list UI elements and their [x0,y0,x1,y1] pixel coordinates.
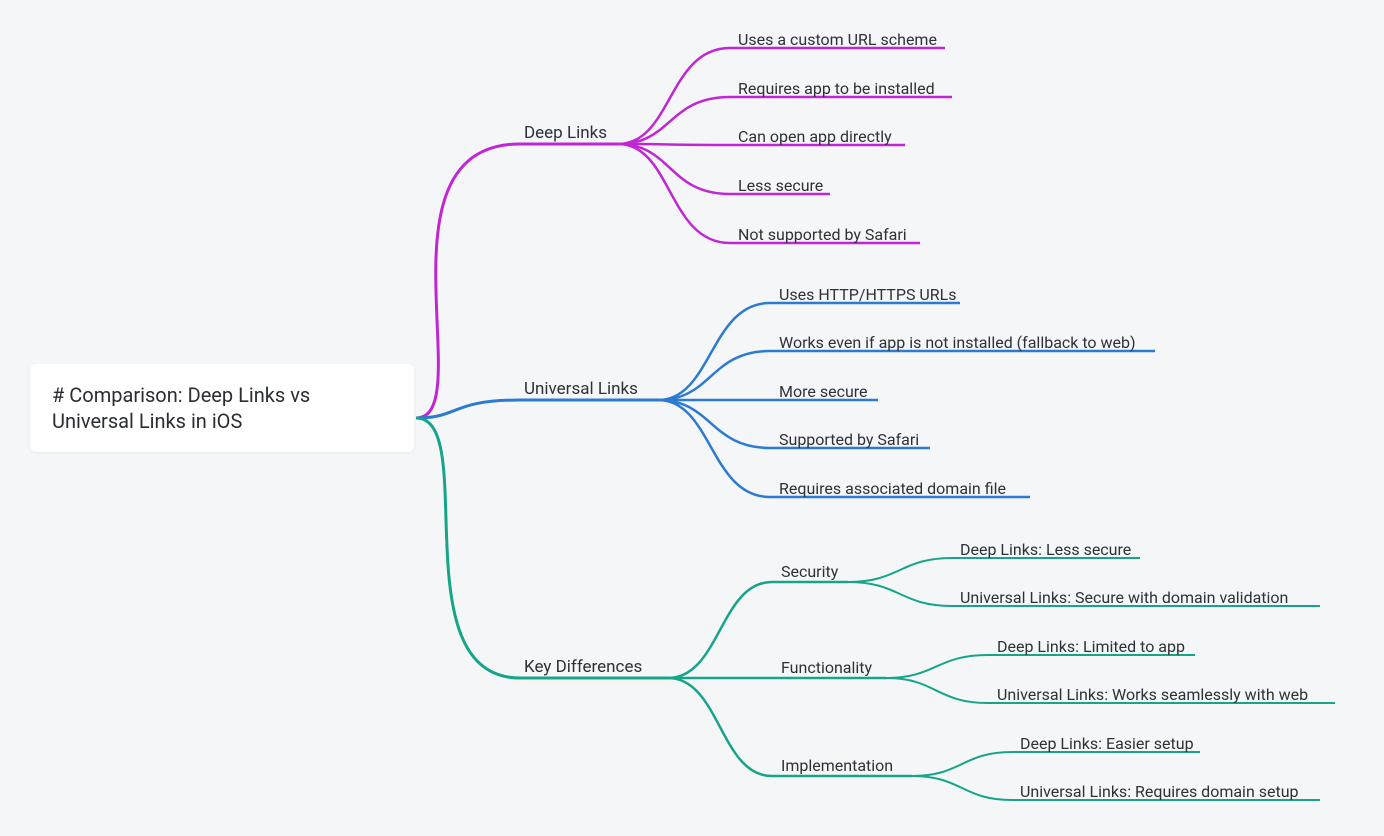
implementation-item-1[interactable]: Deep Links: Easier setup [1020,734,1194,755]
universal-links-item-2[interactable]: Works even if app is not installed (fall… [779,333,1136,354]
keydiff-security[interactable]: Security [781,562,838,583]
security-item-2[interactable]: Universal Links: Secure with domain vali… [960,588,1288,609]
security-item-1[interactable]: Deep Links: Less secure [960,540,1131,561]
implementation-item-2[interactable]: Universal Links: Requires domain setup [1020,782,1299,803]
branch-key-differences[interactable]: Key Differences [524,656,642,678]
universal-links-item-5[interactable]: Requires associated domain file [779,479,1006,500]
sub-label: Functionality [781,658,872,677]
functionality-item-2[interactable]: Universal Links: Works seamlessly with w… [997,685,1308,706]
keydiff-implementation[interactable]: Implementation [781,756,893,777]
sub-label: Implementation [781,756,893,775]
universal-links-item-4[interactable]: Supported by Safari [779,430,919,451]
branch-label: Universal Links [524,379,638,399]
deep-links-item-3[interactable]: Can open app directly [738,127,892,148]
deep-links-item-2[interactable]: Requires app to be installed [738,79,935,100]
mindmap-root[interactable]: # Comparison: Deep Links vs Universal Li… [30,364,414,452]
deep-links-item-1[interactable]: Uses a custom URL scheme [738,30,937,51]
branch-label: Deep Links [524,123,607,143]
keydiff-functionality[interactable]: Functionality [781,658,872,679]
deep-links-item-4[interactable]: Less secure [738,176,823,197]
root-title: # Comparison: Deep Links vs Universal Li… [52,383,310,433]
branch-label: Key Differences [524,657,642,677]
branch-deep-links[interactable]: Deep Links [524,122,607,144]
functionality-item-1[interactable]: Deep Links: Limited to app [997,637,1185,658]
universal-links-item-1[interactable]: Uses HTTP/HTTPS URLs [779,285,957,306]
branch-universal-links[interactable]: Universal Links [524,378,638,400]
sub-label: Security [781,562,838,581]
universal-links-item-3[interactable]: More secure [779,382,868,403]
deep-links-item-5[interactable]: Not supported by Safari [738,225,907,246]
